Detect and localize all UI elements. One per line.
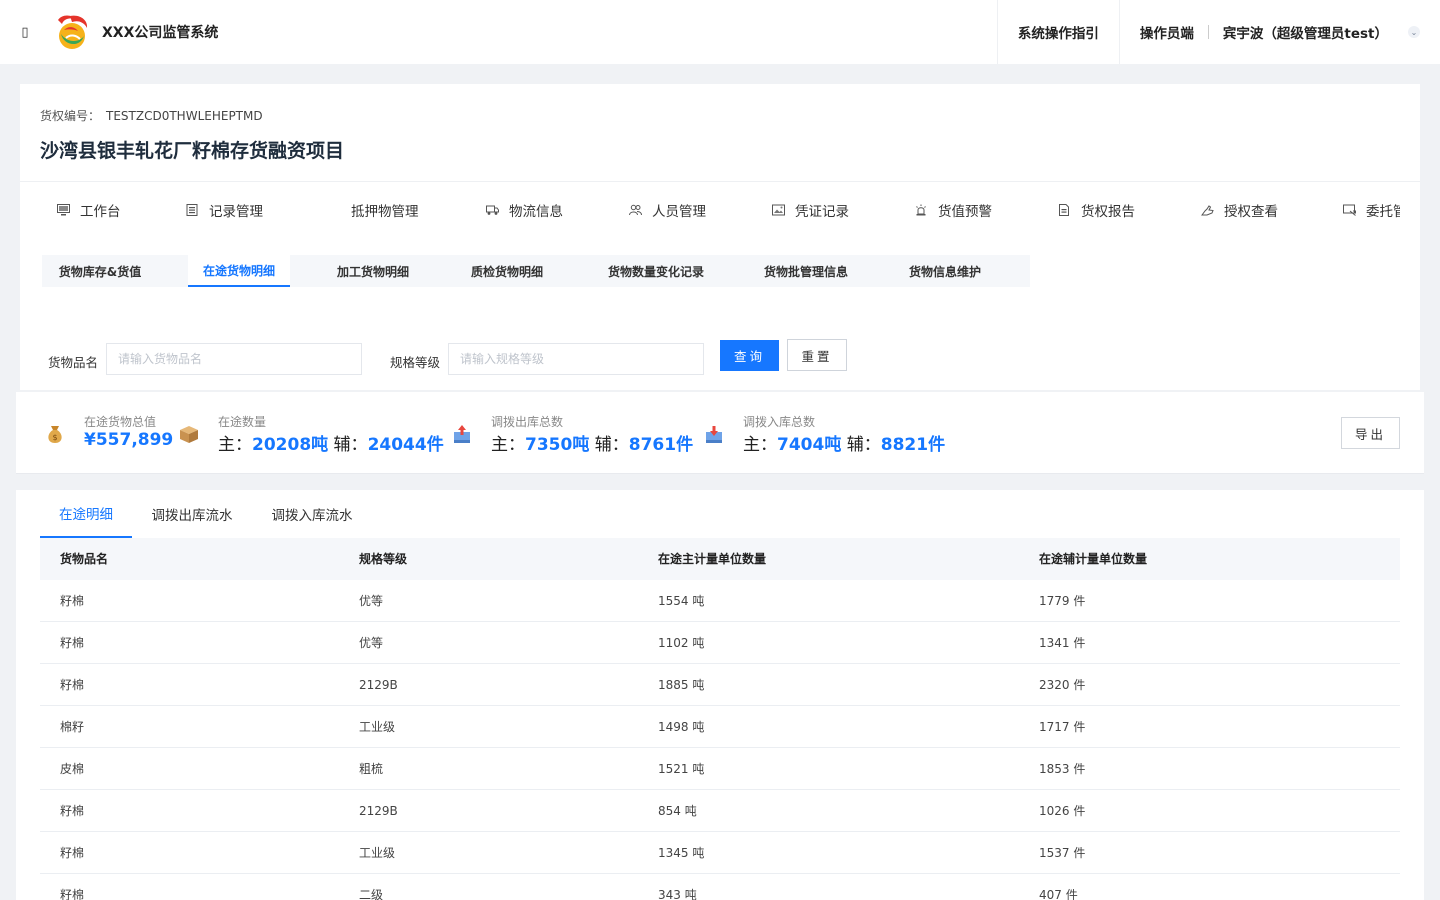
- table-header: 货物品名 规格等级 在途主计量单位数量 在途辅计量单位数量: [40, 538, 1400, 580]
- main-nav: 工作台 记录管理 抵押物管理 物流信息 人员管理 凭证记录 货值预警 货权报告: [20, 182, 1400, 237]
- goods-name-input[interactable]: [106, 343, 362, 375]
- project-code: 货权编号： TESTZCD0THWLEHEPTMD: [40, 107, 263, 124]
- operator-portal-link[interactable]: 操作员端: [1118, 0, 1208, 64]
- sub-tab-in-transit[interactable]: 在途货物明细: [188, 255, 290, 287]
- report-icon: [1057, 203, 1071, 216]
- table-row[interactable]: 棉籽 工业级 1498 吨 1717 件: [40, 706, 1400, 748]
- nav-item-collateral[interactable]: 抵押物管理: [351, 182, 419, 237]
- nav-item-value-alert[interactable]: 货值预警: [914, 182, 992, 237]
- stats-bar: $ 在途货物总值 ¥557,899 在途数量 主：20208吨 辅：24044件…: [16, 392, 1424, 474]
- tab-in-transit-detail[interactable]: 在途明细: [40, 490, 132, 538]
- hand-icon: [1200, 204, 1214, 216]
- nav-item-auth-view[interactable]: 授权查看: [1200, 182, 1278, 237]
- nav-item-records[interactable]: 记录管理: [185, 182, 263, 237]
- money-bag-icon: $: [44, 423, 66, 445]
- alarm-icon: [914, 204, 928, 216]
- table-row[interactable]: 籽棉 工业级 1345 吨 1537 件: [40, 832, 1400, 874]
- sub-tab-goods-info[interactable]: 货物信息维护: [892, 255, 998, 287]
- box-icon: [178, 423, 200, 445]
- tab-outbound-flow[interactable]: 调拨出库流水: [142, 490, 242, 538]
- table-tabs: 在途明细 调拨出库流水 调拨入库流水: [40, 490, 1400, 538]
- image-icon: [771, 204, 785, 216]
- sub-tabs: 货物库存&货值 在途货物明细 加工货物明细 质检货物明细 货物数量变化记录 货物…: [42, 255, 1030, 287]
- column-header[interactable]: 规格等级: [359, 538, 407, 580]
- grade-label: 规格等级: [390, 355, 441, 370]
- inbound-icon: [703, 423, 725, 445]
- in-transit-table: 货物品名 规格等级 在途主计量单位数量 在途辅计量单位数量 籽棉 优等 1554…: [40, 538, 1400, 900]
- column-header[interactable]: 货物品名: [60, 538, 108, 580]
- nav-item-logistics[interactable]: 物流信息: [485, 182, 563, 237]
- document-icon: [185, 203, 199, 216]
- sub-tab-quality-check[interactable]: 质检货物明细: [456, 255, 558, 287]
- nav-item-personnel[interactable]: 人员管理: [628, 182, 706, 237]
- system-guide-link[interactable]: 系统操作指引: [996, 0, 1119, 64]
- grade-input[interactable]: [448, 343, 704, 375]
- chevron-down-icon[interactable]: ⌄: [1408, 26, 1420, 38]
- out-total-value: 主：7350吨 辅：8761件: [491, 435, 694, 455]
- sub-tab-batch-management[interactable]: 货物批管理信息: [750, 255, 862, 287]
- project-code-label: 货权编号：: [40, 109, 101, 123]
- detail-table-card: 在途明细 调拨出库流水 调拨入库流水 货物品名 规格等级 在途主计量单位数量 在…: [16, 490, 1424, 900]
- company-logo-icon: [52, 12, 92, 52]
- svg-text:$: $: [52, 433, 57, 442]
- goods-name-label: 货物品名: [48, 355, 99, 370]
- page-title: 沙湾县银丰轧花厂籽棉存货融资项目: [40, 140, 345, 162]
- table-row[interactable]: 籽棉 优等 1102 吨 1341 件: [40, 622, 1400, 664]
- project-code-value: TESTZCD0THWLEHEPTMD: [106, 109, 263, 123]
- menu-toggle-icon[interactable]: ▯: [0, 0, 50, 64]
- users-icon: [628, 204, 642, 216]
- nav-item-report[interactable]: 货权报告: [1057, 182, 1135, 237]
- truck-icon: [485, 204, 499, 216]
- table-row[interactable]: 籽棉 优等 1554 吨 1779 件: [40, 580, 1400, 622]
- nav-item-workbench[interactable]: 工作台: [56, 182, 121, 237]
- column-header[interactable]: 在途主计量单位数量: [658, 538, 766, 580]
- column-header[interactable]: 在途辅计量单位数量: [1039, 538, 1147, 580]
- export-button[interactable]: 导出: [1341, 417, 1400, 449]
- table-row[interactable]: 籽棉 二级 343 吨 407 件: [40, 874, 1400, 900]
- nav-item-vouchers[interactable]: 凭证记录: [771, 182, 849, 237]
- sub-tab-processing[interactable]: 加工货物明细: [322, 255, 424, 287]
- outbound-icon: [451, 423, 473, 445]
- tab-inbound-flow[interactable]: 调拨入库流水: [262, 490, 362, 538]
- table-row[interactable]: 籽棉 2129B 1885 吨 2320 件: [40, 664, 1400, 706]
- delegate-icon: [1342, 204, 1356, 216]
- quantity-value: 主：20208吨 辅：24044件: [218, 435, 444, 455]
- project-card: 货权编号： TESTZCD0THWLEHEPTMD 沙湾县银丰轧花厂籽棉存货融资项…: [20, 84, 1420, 390]
- total-value: ¥557,899: [84, 430, 174, 450]
- sub-tab-inventory-value[interactable]: 货物库存&货值: [42, 255, 158, 287]
- monitor-icon: [56, 203, 70, 216]
- table-row[interactable]: 籽棉 2129B 854 吨 1026 件: [40, 790, 1400, 832]
- user-name[interactable]: 宾宇波（超级管理员test）: [1209, 22, 1408, 42]
- reset-button[interactable]: 重置: [787, 339, 847, 371]
- table-row[interactable]: 皮棉 粗梳 1521 吨 1853 件: [40, 748, 1400, 790]
- nav-item-delegate[interactable]: 委托管: [1342, 182, 1400, 237]
- in-total-value: 主：7404吨 辅：8821件: [743, 435, 946, 455]
- sub-tab-quantity-changes[interactable]: 货物数量变化记录: [592, 255, 720, 287]
- search-button[interactable]: 查询: [720, 340, 779, 371]
- top-header: ▯ XXX公司监管系统 系统操作指引 操作员端 宾宇波（超级管理员test） ⌄: [0, 0, 1440, 64]
- app-title: XXX公司监管系统: [102, 25, 219, 41]
